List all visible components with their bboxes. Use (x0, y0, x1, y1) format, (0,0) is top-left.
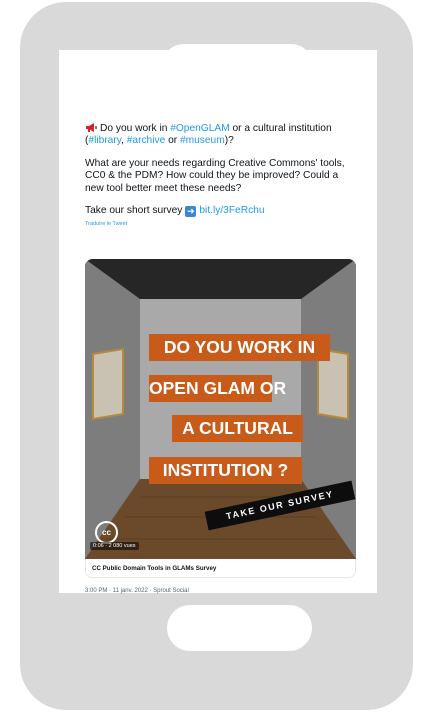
hashtag-museum[interactable]: #museum (180, 135, 225, 146)
cc-logo-icon: cc (95, 521, 118, 544)
tweet-line1-end: )? (224, 135, 234, 147)
tweet-timestamp[interactable]: 3:00 PM · 11 janv. 2022 · Sprout Social (85, 588, 189, 594)
banner-line-4: INSTITUTION ? (149, 457, 302, 484)
tweet-paragraph2: What are your needs regarding Creative C… (85, 157, 345, 194)
phone-home-button[interactable] (167, 605, 312, 651)
hashtag-archive[interactable]: #archive (127, 135, 166, 146)
banner-line-1: DO YOU WORK IN (149, 334, 330, 361)
arrow-right-icon: ➜ (185, 206, 197, 218)
video-duration-badge: 0:06 · 2 080 vues (90, 542, 139, 550)
separator: or (165, 135, 180, 147)
survey-link[interactable]: bit.ly/3FeRchu (199, 205, 264, 216)
tweet-line1: Do you work in #OpenGLAM or a cultural i… (85, 122, 357, 148)
hashtag-library[interactable]: #library (88, 135, 121, 146)
tweet-survey-line: Take our short survey ➜ bit.ly/3FeRchu (85, 205, 357, 218)
card-title[interactable]: CC Public Domain Tools in GLAMs Survey (85, 559, 356, 578)
megaphone-icon (86, 123, 97, 132)
survey-prefix: Take our short survey (85, 205, 183, 217)
hashtag-openglam[interactable]: #OpenGLAM (170, 123, 229, 134)
translate-tweet-link[interactable]: Traduire le Tweet (85, 218, 357, 230)
tweet-text: Do you work in #OpenGLAM or a cultural i… (85, 122, 357, 231)
tweet-line1-prefix: Do you work in (100, 123, 171, 134)
banner-line-2: OPEN GLAM OR (149, 375, 286, 402)
banner-line-3: A CULTURAL (172, 415, 303, 442)
